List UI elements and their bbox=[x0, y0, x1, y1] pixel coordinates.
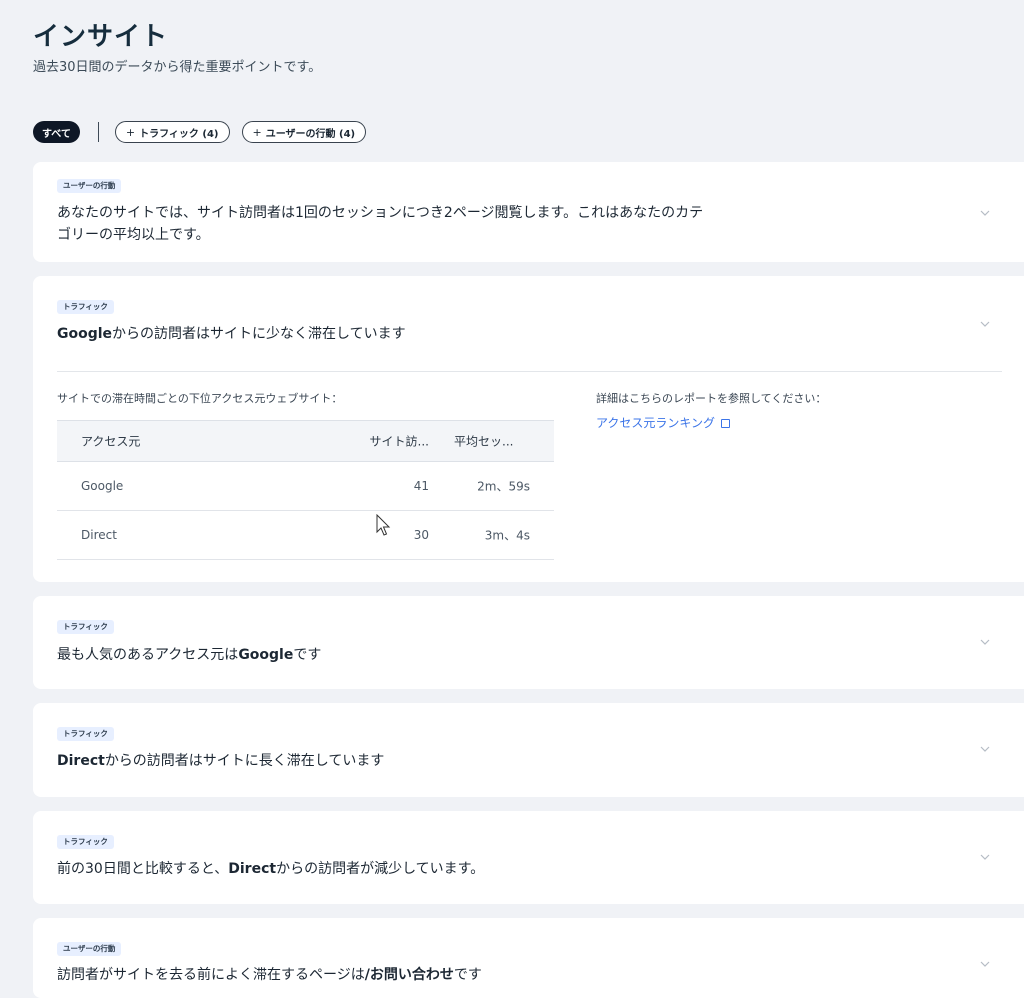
chevron-down-icon[interactable] bbox=[979, 851, 991, 863]
cell-source: Google bbox=[81, 479, 124, 493]
filter-divider bbox=[97, 122, 99, 142]
plus-icon: + bbox=[252, 125, 262, 139]
insight-text-rest: からの訪問者はサイトに少なく滞在しています bbox=[112, 326, 406, 342]
table-row: Direct 30 3m、4s bbox=[57, 511, 554, 560]
insight-text-line2: ゴリーの平均以上です。 bbox=[57, 227, 210, 243]
chevron-down-icon[interactable] bbox=[979, 636, 991, 648]
report-label: 詳細はこちらのレポートを参照してください： bbox=[596, 392, 827, 405]
insight-text-post: です bbox=[453, 967, 482, 983]
chevron-down-icon[interactable] bbox=[979, 207, 991, 219]
insight-text-bold: Direct bbox=[57, 753, 105, 769]
insight-card-5[interactable]: トラフィック 前の30日間と比較すると、Directからの訪問者が減少しています… bbox=[33, 811, 1024, 904]
page-header: インサイト 過去30日間のデータから得た重要ポイントです。 bbox=[33, 20, 321, 75]
insight-text: 最も人気のあるアクセス元はGoogleです bbox=[57, 644, 321, 666]
category-tag: トラフィック bbox=[57, 620, 114, 634]
insight-text-pre: 訪問者がサイトを去る前によく滞在するページは bbox=[57, 967, 365, 983]
page-title: インサイト bbox=[33, 22, 169, 52]
category-tag: トラフィック bbox=[57, 300, 114, 314]
insight-text-bold: Google bbox=[57, 326, 113, 342]
report-link[interactable]: アクセス元ランキング bbox=[596, 414, 731, 431]
insight-text-rest: からの訪問者はサイトに長く滞在しています bbox=[104, 753, 385, 769]
category-tag: ユーザーの行動 bbox=[57, 942, 122, 956]
filter-traffic-label: トラフィック (4) bbox=[139, 128, 219, 140]
external-link-icon bbox=[721, 419, 731, 428]
cell-avg-session: 2m、59s bbox=[477, 479, 530, 494]
insight-text: あなたのサイトでは、サイト訪問者は1回のセッションにつき2ページ閲覧します。これ… bbox=[57, 202, 703, 246]
sources-label: サイトでの滞在時間ごとの下位アクセス元ウェブサイト： bbox=[57, 392, 343, 405]
filter-behavior-label: ユーザーの行動 (4) bbox=[265, 128, 356, 140]
insight-text-line1: あなたのサイトでは、サイト訪問者は1回のセッションにつき2ページ閲覧します。これ… bbox=[57, 205, 704, 221]
cell-avg-session: 3m、4s bbox=[484, 528, 530, 543]
category-tag: トラフィック bbox=[57, 727, 114, 741]
filter-all-chip[interactable]: すべて bbox=[33, 121, 80, 143]
page-subtitle: 過去30日間のデータから得た重要ポイントです。 bbox=[33, 60, 322, 75]
filter-behavior-chip[interactable]: + ユーザーの行動 (4) bbox=[241, 121, 367, 143]
chevron-down-icon[interactable] bbox=[979, 958, 991, 970]
sources-table: アクセス元 サイト訪... 平均セッ... Google 41 2m、59s D… bbox=[57, 420, 554, 560]
insight-text: 訪問者がサイトを去る前によく滞在するページは/お問い合わせです bbox=[57, 964, 482, 986]
card-divider bbox=[57, 371, 1002, 372]
insight-text-pre: 前の30日間と比較すると、 bbox=[57, 861, 229, 877]
insight-text-bold: Direct bbox=[228, 861, 277, 877]
column-header-avg-session[interactable]: 平均セッ... bbox=[454, 433, 513, 450]
insight-card-2[interactable]: トラフィック Googleからの訪問者はサイトに少なく滞在しています サイトでの… bbox=[33, 276, 1024, 582]
category-tag: ユーザーの行動 bbox=[57, 179, 122, 193]
cell-visitors: 30 bbox=[413, 528, 429, 542]
insight-text-bold: /お問い合わせ bbox=[364, 967, 454, 983]
insight-text-post: です bbox=[293, 647, 322, 663]
plus-icon: + bbox=[125, 125, 136, 139]
insight-card-6[interactable]: ユーザーの行動 訪問者がサイトを去る前によく滞在するページは/お問い合わせです bbox=[33, 918, 1024, 998]
insight-card-4[interactable]: トラフィック Directからの訪問者はサイトに長く滞在しています bbox=[33, 703, 1024, 797]
mouse-cursor-icon bbox=[376, 514, 391, 536]
insight-card-1[interactable]: ユーザーの行動 あなたのサイトでは、サイト訪問者は1回のセッションにつき2ページ… bbox=[33, 162, 1024, 262]
column-header-source[interactable]: アクセス元 bbox=[81, 433, 140, 450]
insight-text-post: からの訪問者が減少しています。 bbox=[276, 861, 485, 877]
insight-text: Googleからの訪問者はサイトに少なく滞在しています bbox=[57, 323, 406, 345]
insight-text-pre: 最も人気のあるアクセス元は bbox=[57, 647, 239, 663]
insight-text-bold: Google bbox=[238, 647, 294, 663]
table-header: アクセス元 サイト訪... 平均セッ... bbox=[57, 420, 554, 462]
insight-card-3[interactable]: トラフィック 最も人気のあるアクセス元はGoogleです bbox=[33, 596, 1024, 689]
chevron-up-icon[interactable] bbox=[979, 318, 991, 330]
insight-text: Directからの訪問者はサイトに長く滞在しています bbox=[57, 750, 384, 772]
filter-bar: すべて + トラフィック (4) + ユーザーの行動 (4) bbox=[33, 121, 378, 143]
filter-traffic-chip[interactable]: + トラフィック (4) bbox=[114, 121, 230, 143]
table-row: Google 41 2m、59s bbox=[57, 462, 554, 511]
column-header-visitors[interactable]: サイト訪... bbox=[370, 433, 429, 450]
report-link-label: アクセス元ランキング bbox=[596, 416, 716, 430]
insight-text: 前の30日間と比較すると、Directからの訪問者が減少しています。 bbox=[57, 858, 484, 880]
chevron-down-icon[interactable] bbox=[979, 743, 991, 755]
cell-source: Direct bbox=[81, 528, 117, 542]
category-tag: トラフィック bbox=[57, 835, 114, 849]
cell-visitors: 41 bbox=[413, 479, 429, 493]
